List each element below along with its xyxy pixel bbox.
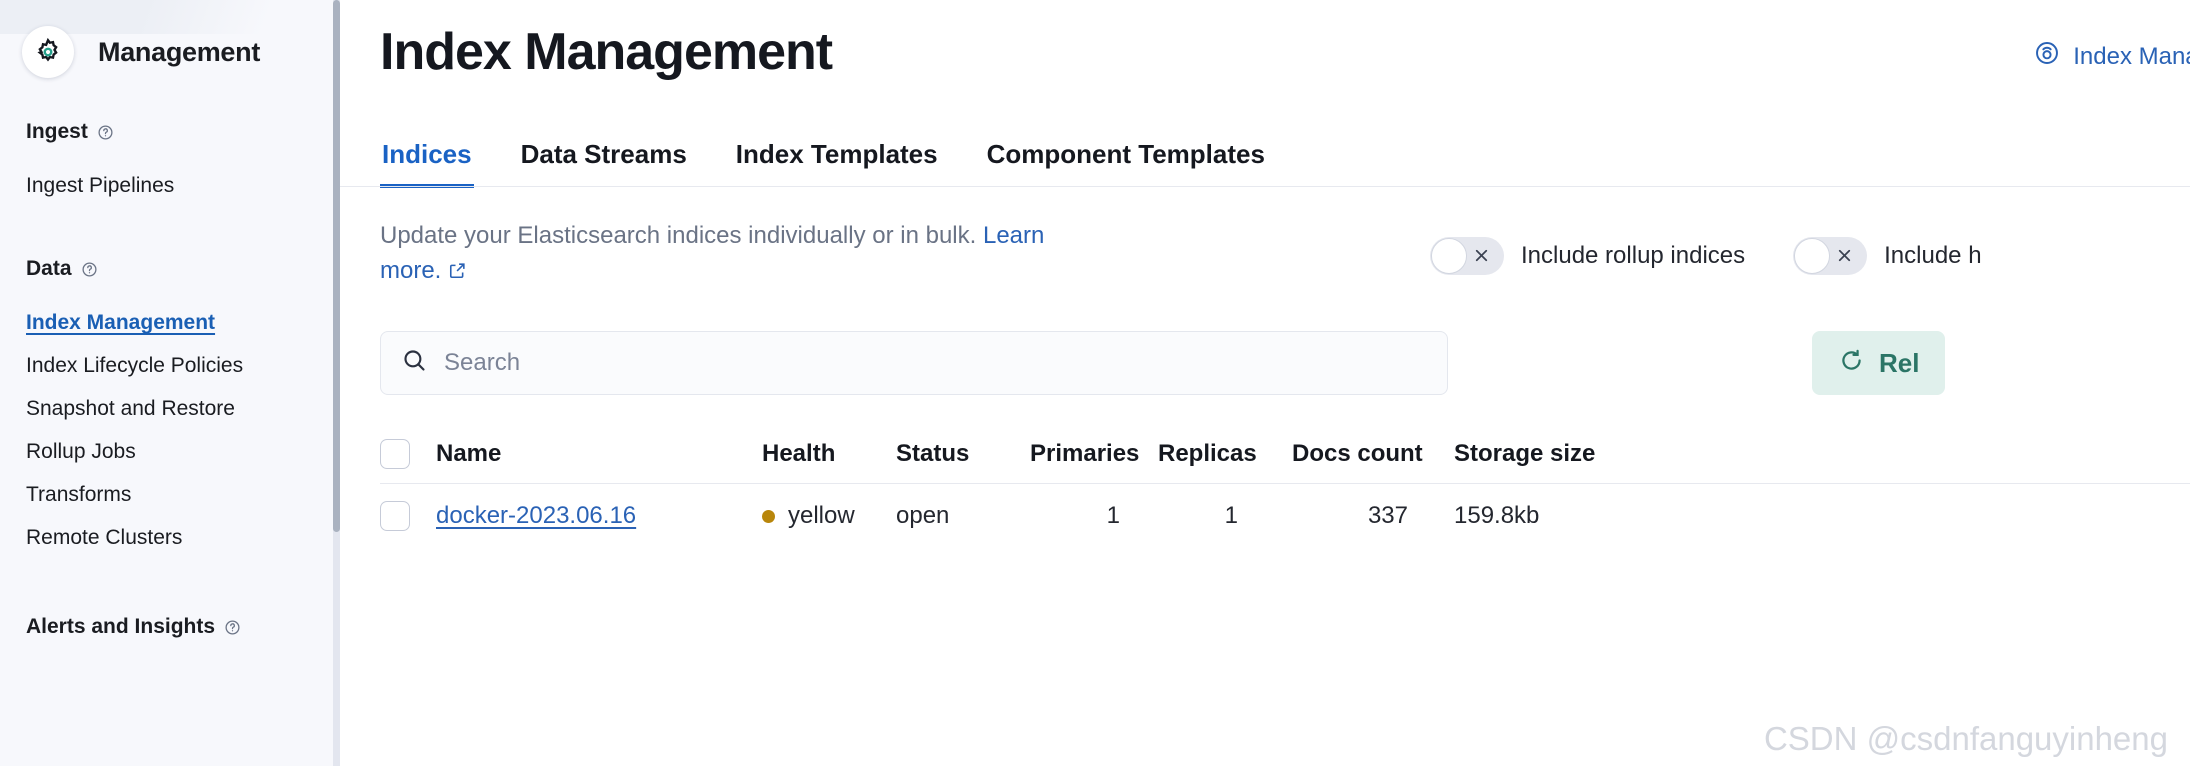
- sidebar-group-ingest: Ingest Ingest Pipelines: [0, 120, 340, 207]
- sidebar-scrollbar[interactable]: [333, 0, 340, 766]
- toggle-include-hidden-indices[interactable]: Include h: [1793, 237, 1982, 275]
- tab-bar-divider: [340, 186, 2190, 187]
- row-checkbox[interactable]: [380, 501, 410, 531]
- toggle-label: Include h: [1884, 242, 1982, 269]
- sidebar: Management Ingest Ingest Pipelines Data: [0, 0, 340, 766]
- column-header-docs-count[interactable]: Docs count: [1292, 440, 1423, 468]
- page-description: Update your Elasticsearch indices indivi…: [380, 218, 1080, 290]
- index-management-docs-link[interactable]: Index Manag: [2034, 40, 2190, 73]
- select-all-checkbox[interactable]: [380, 438, 410, 469]
- index-name-link[interactable]: docker-2023.06.16: [436, 502, 636, 529]
- tab-component-templates[interactable]: Component Templates: [985, 125, 1267, 188]
- select-all-checkbox-cell: [380, 438, 436, 469]
- refresh-icon: [1838, 347, 1865, 379]
- toggle-switch[interactable]: [1430, 237, 1504, 275]
- search-icon: [401, 347, 428, 379]
- column-header-name[interactable]: Name: [436, 440, 762, 468]
- index-management-screen: Management Ingest Ingest Pipelines Data: [0, 0, 2190, 766]
- search-input[interactable]: Search: [380, 331, 1448, 395]
- health-status-dot: [762, 509, 775, 523]
- sidebar-item-ingest-pipelines[interactable]: Ingest Pipelines: [26, 164, 340, 207]
- column-header-status[interactable]: Status: [896, 440, 1030, 468]
- cross-icon: [1472, 246, 1491, 270]
- column-header-replicas[interactable]: Replicas: [1158, 440, 1292, 468]
- toggle-switch[interactable]: [1793, 237, 1868, 275]
- sidebar-item-index-management[interactable]: Index Management: [26, 301, 340, 344]
- column-header-storage-size[interactable]: Storage size: [1422, 440, 1602, 468]
- help-circle-icon: [2034, 40, 2060, 73]
- sidebar-item-rollup-jobs[interactable]: Rollup Jobs: [26, 430, 340, 473]
- sidebar-group-label: Ingest: [26, 120, 88, 143]
- sidebar-item-remote-clusters[interactable]: Remote Clusters: [26, 516, 340, 559]
- tab-bar: Indices Data Streams Index Templates Com…: [380, 125, 1267, 188]
- cell-health: yellow: [762, 502, 896, 530]
- cell-primaries: 1: [1106, 502, 1120, 529]
- health-label: yellow: [788, 502, 855, 529]
- sidebar-group-heading: Ingest: [26, 120, 340, 144]
- sidebar-group-alerts-and-insights: Alerts and Insights: [0, 611, 340, 638]
- row-checkbox-cell: [380, 501, 436, 531]
- page-title: Index Management: [380, 23, 833, 81]
- toggle-knob: [1431, 238, 1467, 274]
- tab-indices[interactable]: Indices: [380, 125, 474, 188]
- sidebar-app-title: Management: [98, 36, 261, 67]
- reload-button[interactable]: Rel: [1812, 331, 1946, 395]
- gear-icon: [22, 26, 74, 78]
- sidebar-item-index-lifecycle-policies[interactable]: Index Lifecycle Policies: [26, 344, 340, 387]
- search-placeholder: Search: [444, 349, 521, 376]
- table-body: docker-2023.06.16 yellow open 1 1 337 15…: [380, 484, 2190, 548]
- toggle-knob: [1794, 238, 1831, 274]
- external-link-icon: [448, 255, 467, 290]
- column-header-primaries[interactable]: Primaries: [1030, 440, 1158, 468]
- description-text: Update your Elasticsearch indices indivi…: [380, 222, 983, 249]
- filter-toggles: Include rollup indices Include h: [1430, 237, 1982, 275]
- cell-replicas: 1: [1224, 502, 1238, 529]
- sidebar-header: Management: [0, 0, 340, 78]
- tab-data-streams[interactable]: Data Streams: [519, 125, 689, 188]
- help-circle-icon[interactable]: [81, 261, 98, 278]
- cell-name: docker-2023.06.16: [436, 502, 762, 530]
- tab-index-templates[interactable]: Index Templates: [734, 125, 940, 188]
- sidebar-item-snapshot-and-restore[interactable]: Snapshot and Restore: [26, 387, 340, 430]
- cross-icon: [1835, 246, 1854, 270]
- toggle-include-rollup-indices[interactable]: Include rollup indices: [1430, 237, 1745, 275]
- cell-storage-size: 159.8kb: [1454, 502, 1540, 529]
- help-circle-icon[interactable]: [97, 124, 114, 141]
- help-circle-icon[interactable]: [224, 619, 241, 636]
- watermark: CSDN @csdnfanguyinheng: [1763, 720, 2168, 757]
- column-header-health[interactable]: Health: [762, 440, 896, 468]
- sidebar-item-transforms[interactable]: Transforms: [26, 473, 340, 516]
- reload-label: Rel: [1879, 347, 1920, 378]
- cell-status: open: [896, 502, 950, 529]
- docs-link-label: Index Manag: [2073, 42, 2190, 70]
- sidebar-group-heading: Data: [26, 257, 340, 281]
- table-row[interactable]: docker-2023.06.16 yellow open 1 1 337 15…: [380, 484, 2190, 548]
- sidebar-group-data: Data Index Management Index Lifecycle Po…: [0, 257, 340, 559]
- table-header-row: Name Health Status Primaries Replicas Do…: [380, 424, 2190, 484]
- sidebar-group-label: Data: [26, 257, 72, 280]
- sidebar-group-heading: Alerts and Insights: [26, 615, 340, 639]
- sidebar-group-label: Alerts and Insights: [26, 615, 216, 638]
- cell-docs-count: 337: [1367, 502, 1408, 529]
- main-content: Index Management Index Manag Indices Dat…: [340, 0, 2190, 766]
- toggle-label: Include rollup indices: [1521, 242, 1746, 269]
- indices-table: Name Health Status Primaries Replicas Do…: [380, 424, 2190, 548]
